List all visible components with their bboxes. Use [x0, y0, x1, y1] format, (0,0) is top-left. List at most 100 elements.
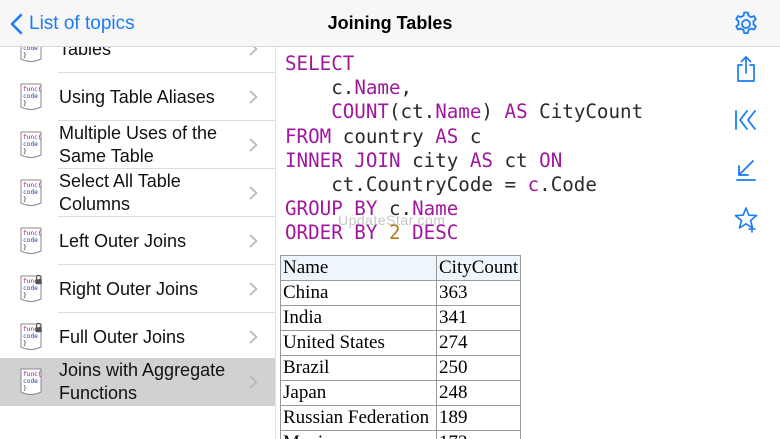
svg-text:}: }: [23, 196, 27, 203]
table-cell: United States: [280, 330, 437, 356]
table-row: Japan 248: [280, 380, 522, 406]
chevron-right-icon: [249, 90, 258, 104]
sidebar-item-label: Tables: [59, 47, 112, 59]
jump-to-first-icon[interactable]: [733, 106, 759, 134]
table-cell: China: [280, 280, 437, 306]
code-token: INNER JOIN: [285, 148, 401, 172]
table-cell: Japan: [280, 380, 437, 406]
code-line: COUNT(ct.Name) AS CityCount: [285, 100, 643, 124]
sidebar-item[interactable]: func{code} Using Table Aliases: [0, 73, 275, 121]
code-token: AS: [469, 148, 493, 172]
table-row: China 363: [280, 280, 522, 306]
table-row: Mexico173: [280, 430, 522, 439]
sidebar-item-label: Joins with Aggregate Functions: [59, 360, 226, 403]
chevron-right-icon: [249, 234, 258, 248]
svg-text:code: code: [23, 189, 38, 196]
svg-text:code: code: [23, 93, 38, 100]
code-token: city: [400, 148, 470, 172]
sidebar-item[interactable]: func{code} Left Outer Joins: [0, 217, 275, 265]
table-cell: 363: [435, 280, 522, 306]
svg-text:code: code: [23, 141, 38, 148]
watermark: UpdateStar.com: [338, 212, 446, 228]
sidebar-item-label: Using Table Aliases: [59, 86, 215, 107]
svg-text:}: }: [23, 292, 27, 299]
sidebar-item-label: Left Outer Joins: [59, 230, 187, 251]
code-token: country: [331, 124, 436, 148]
code-line: ct.CountryCode = c.Code: [285, 173, 643, 197]
code-token: c: [527, 173, 540, 197]
chevron-right-icon: [249, 138, 258, 152]
code-token: c: [458, 124, 482, 148]
function-code-icon: func{code}: [20, 47, 42, 62]
table-cell: 341: [435, 305, 522, 331]
sidebar-item-label: Right Outer Joins: [59, 278, 199, 299]
topics-list: func{code}Tablesfunc{code}Using Table Al…: [0, 47, 276, 439]
code-token: SELECT: [285, 52, 355, 75]
table-header-row: Name CityCount: [280, 255, 522, 281]
code-token: ,: [400, 76, 413, 100]
sidebar-item[interactable]: func{code} Full Outer Joins: [0, 313, 275, 361]
svg-text:}: }: [23, 385, 27, 392]
sidebar-item[interactable]: func{code} Joins with Aggregate Functions: [0, 358, 275, 406]
sidebar-item-label: Multiple Uses of the Same Table: [59, 123, 218, 166]
table-row: India 341: [280, 305, 522, 331]
svg-text:}: }: [23, 52, 27, 59]
table-cell: 189: [435, 405, 522, 431]
favorite-star-icon[interactable]: [733, 205, 759, 233]
code-token: .Code: [539, 173, 597, 197]
chevron-right-icon: [249, 330, 258, 344]
code-token: FROM: [285, 124, 332, 148]
code-token: ct.CountryCode =: [285, 173, 528, 197]
code-token: CityCount: [527, 100, 644, 124]
sidebar-item[interactable]: func{code} Tables: [0, 47, 275, 73]
collapse-icon[interactable]: [733, 156, 759, 184]
table-cell: Brazil: [280, 355, 437, 381]
table-cell: 248: [435, 380, 522, 406]
svg-text:code: code: [23, 333, 38, 340]
navigation-bar: List of topics Joining Tables: [0, 0, 780, 47]
sidebar-item[interactable]: func{code} Select All Table Columns: [0, 169, 275, 217]
column-header: Name: [280, 255, 437, 281]
share-icon[interactable]: [733, 55, 759, 83]
page-title: Joining Tables: [327, 13, 453, 33]
table-row: Brazil 250: [280, 355, 522, 381]
sidebar-item-label: Select All Table Columns: [59, 171, 181, 214]
result-table: Name CityCount China 363 India 341 United Stat…: [280, 255, 522, 439]
function-code-icon: func{code}: [20, 131, 42, 158]
sidebar-item-label: Full Outer Joins: [59, 326, 186, 347]
code-token: Name: [354, 76, 401, 100]
svg-text:func{: func{: [23, 230, 42, 237]
chevron-right-icon: [249, 186, 258, 200]
function-code-icon: func{code}: [20, 227, 42, 254]
code-token: Name: [435, 100, 482, 124]
sidebar-item[interactable]: func{code} Multiple Uses of the Same Tabl…: [0, 121, 275, 169]
code-token: AS: [504, 100, 528, 124]
chevron-right-icon: [249, 47, 258, 56]
code-token: ): [481, 100, 505, 124]
table-cell: 250: [435, 355, 522, 381]
svg-text:func{: func{: [23, 371, 42, 378]
code-token: COUNT: [285, 100, 389, 124]
svg-text:func{: func{: [23, 86, 42, 93]
svg-text:code: code: [23, 285, 38, 292]
column-header: CityCount: [435, 255, 522, 281]
table-cell: 274: [435, 330, 522, 356]
function-code-icon: func{code}: [20, 83, 42, 110]
svg-text:code: code: [23, 378, 38, 385]
svg-text:func{: func{: [23, 182, 42, 189]
table-cell: India: [280, 305, 437, 331]
code-token: ct: [492, 148, 540, 172]
svg-text:}: }: [23, 340, 27, 347]
settings-gear-icon[interactable]: [732, 10, 760, 38]
code-token: c.: [285, 76, 355, 100]
code-line: c.Name,: [285, 76, 643, 100]
svg-text:}: }: [23, 100, 27, 107]
function-code-icon: func{code}: [20, 179, 42, 206]
code-token: AS: [435, 124, 459, 148]
table-row: United States 274: [280, 330, 522, 356]
function-code-icon: func{code}: [20, 368, 42, 395]
table-cell: 173: [435, 430, 522, 439]
sidebar-item[interactable]: func{code} Right Outer Joins: [0, 265, 275, 313]
code-token: (ct.: [388, 100, 436, 124]
function-code-icon: func{code}: [20, 274, 42, 302]
